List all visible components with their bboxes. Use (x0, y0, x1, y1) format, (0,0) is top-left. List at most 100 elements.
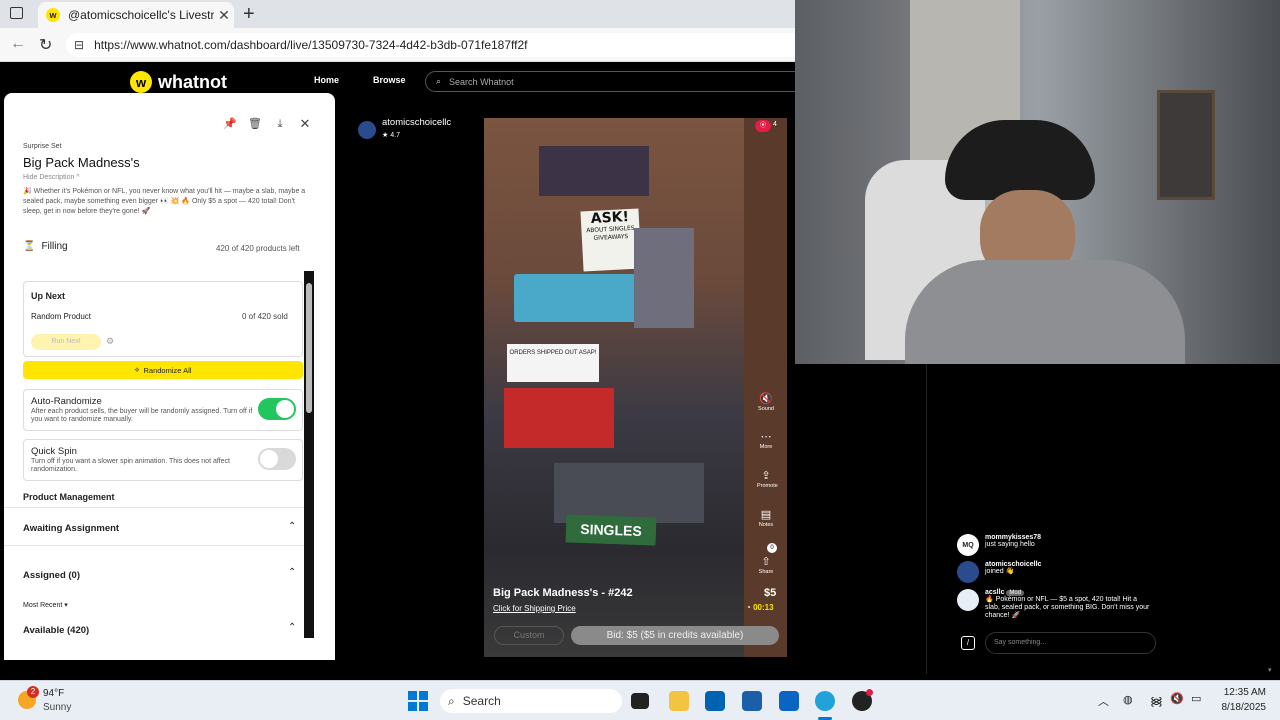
chat-avatar[interactable]: MQ (957, 534, 979, 556)
quick-spin-title: Quick Spin (31, 446, 77, 457)
chevron-up-icon[interactable]: ⌃ (288, 622, 296, 633)
delete-icon[interactable]: 🗑 (246, 115, 264, 133)
up-next-item: Random Product (31, 312, 92, 321)
scrollbar-thumb[interactable] (306, 283, 312, 413)
chat-message: MQ mommykisses78 just saying hello (957, 534, 1041, 556)
chat-text: joined 👋 (985, 568, 1015, 575)
tray-app-icon[interactable]: ◍ (1123, 693, 1133, 706)
download-icon[interactable]: ⤓ (271, 115, 289, 133)
battery-icon[interactable]: ▭ (1191, 692, 1201, 705)
task-view-icon[interactable] (631, 693, 649, 709)
back-icon[interactable]: ← (10, 35, 26, 53)
run-next-button[interactable]: Run Next (31, 334, 101, 350)
nav-browse[interactable]: Browse (373, 75, 406, 85)
whiteboard-icon[interactable] (742, 691, 762, 711)
store-icon[interactable] (705, 691, 725, 711)
site-info-icon[interactable]: ⊟ (74, 38, 84, 52)
chat-message: acsllc Mod 🔥 Pokémon or NFL — $5 a spot,… (957, 589, 1152, 620)
show-title: Big Pack Madness's - #242 (493, 587, 633, 599)
windows-taskbar: 2 94°F Sunny ⌕ Search ︿ ◍ ᯼ 🔇 ▭ 12:35 AM… (0, 680, 1280, 720)
randomize-all-button[interactable]: ⟡ Randomize All (23, 361, 303, 379)
sound-button[interactable]: 🔇 Sound (757, 392, 775, 412)
chat-avatar[interactable] (957, 589, 979, 611)
volume-muted-icon[interactable]: 🔇 (1170, 692, 1184, 705)
nav-home[interactable]: Home (314, 75, 339, 85)
sound-label: Sound (758, 406, 774, 412)
share-count-badge: 0 (767, 543, 777, 553)
live-video[interactable]: ASK! ABOUT SINGLES GIVEAWAYS ORDERS SHIP… (484, 118, 787, 657)
close-tab-icon[interactable]: ✕ (214, 7, 234, 24)
file-explorer-icon[interactable] (669, 691, 689, 711)
viewer-count: 4 (773, 121, 777, 128)
chevron-up-icon[interactable]: ⌃ (288, 567, 296, 578)
timer-value: 00:13 (753, 603, 774, 612)
divider (4, 545, 304, 546)
windows-start-icon[interactable] (408, 691, 428, 711)
tab-title: @atomicschoicellc's Livestream o (68, 8, 214, 22)
browser-tab[interactable]: w @atomicschoicellc's Livestream o ✕ (38, 2, 234, 28)
host-avatar[interactable] (358, 121, 376, 139)
auto-randomize-toggle[interactable] (258, 398, 296, 420)
weather-desc[interactable]: Sunny (43, 702, 71, 713)
promote-icon: ⇪ (761, 470, 771, 482)
chevron-up-icon[interactable]: ⌃ (288, 521, 296, 532)
assigned-header[interactable]: Assigned (0) (23, 570, 80, 581)
panel-scrollbar[interactable] (304, 271, 314, 638)
up-next-sold: 0 of 420 sold (242, 312, 288, 321)
tray-chevron-icon[interactable]: ︿ (1098, 693, 1109, 709)
up-next-card: Up Next Random Product 0 of 420 sold Run… (23, 281, 303, 357)
promote-button[interactable]: ⇪ Promote (757, 469, 778, 489)
wifi-icon[interactable]: ᯼ (1150, 692, 1163, 709)
awaiting-assignment-header[interactable]: Awaiting Assignment (23, 523, 119, 534)
notification-dot (866, 689, 873, 696)
chat-input[interactable]: Say something... (985, 632, 1156, 654)
address-bar-row: ← ↻ ⊟ https://www.whatnot.com/dashboard/… (0, 28, 796, 62)
hide-description-link[interactable]: Hide Description ^ (23, 174, 80, 181)
url-field[interactable]: ⊟ https://www.whatnot.com/dashboard/live… (66, 33, 796, 57)
custom-bid-button[interactable]: Custom (494, 626, 564, 645)
chat-text: just saying hello (985, 541, 1035, 548)
bid-button[interactable]: Bid: $5 ($5 in credits available) (571, 626, 779, 645)
new-tab-button[interactable]: + (243, 3, 255, 26)
settings-icon[interactable]: ⚙ (106, 336, 114, 347)
slash-command-icon[interactable]: / (961, 636, 975, 650)
host-name[interactable]: atomicschoicellc (382, 117, 451, 128)
share-icon: ⇧ (761, 556, 771, 568)
chat-username-row: acsllc Mod (985, 589, 1152, 596)
ask-sign-sub: ABOUT SINGLES GIVEAWAYS (586, 224, 635, 242)
search-icon: ⌕ (436, 76, 442, 86)
chat-username[interactable]: atomicschoicellc (985, 561, 1041, 568)
refresh-icon[interactable]: ↻ (39, 35, 52, 55)
wall-cards (539, 146, 649, 196)
edge-icon[interactable] (815, 691, 835, 711)
chat-avatar[interactable] (957, 561, 979, 583)
product-panel: 📌 🗑 ⤓ ✕ Surprise Set Big Pack Madness's … (4, 93, 335, 660)
more-button[interactable]: ⋯ More (757, 430, 775, 450)
available-header[interactable]: Available (420) (23, 625, 89, 636)
sort-dropdown[interactable]: Most Recent ▾ (23, 601, 68, 609)
rating-value: 4.7 (390, 132, 400, 139)
search-input[interactable]: ⌕ Search Whatnot (425, 71, 805, 92)
clock-date[interactable]: 8/18/2025 (1218, 702, 1267, 713)
ask-sign: ASK! ABOUT SINGLES GIVEAWAYS (580, 208, 642, 272)
shipping-price-link[interactable]: Click for Shipping Price (493, 604, 576, 613)
pin-icon[interactable]: 📌 (221, 115, 239, 133)
clock-time[interactable]: 12:35 AM (1218, 687, 1266, 698)
timer: ◔ 00:13 (746, 603, 774, 612)
chat-username[interactable]: mommykisses78 (985, 534, 1041, 541)
whatnot-logo[interactable]: w whatnot (130, 71, 227, 93)
auto-randomize-title: Auto-Randomize (31, 396, 102, 407)
scroll-down-icon[interactable]: ▾ (1268, 666, 1272, 674)
close-icon[interactable]: ✕ (296, 115, 314, 133)
product-description: 🎉 Whether it's Pokémon or NFL, you never… (23, 188, 306, 215)
shuffle-icon: ⟡ (134, 365, 140, 374)
chat-username[interactable]: acsllc (985, 589, 1004, 596)
weather-temp[interactable]: 94°F (43, 688, 64, 699)
window-menu-icon[interactable] (10, 7, 23, 19)
outlook-icon[interactable] (779, 691, 799, 711)
taskbar-search[interactable]: ⌕ Search (440, 689, 622, 713)
share-button[interactable]: ⇧ Share (757, 555, 775, 575)
quick-spin-toggle[interactable] (258, 448, 296, 470)
up-next-heading: Up Next (31, 291, 66, 301)
notes-button[interactable]: ▤ Notes (757, 508, 775, 528)
